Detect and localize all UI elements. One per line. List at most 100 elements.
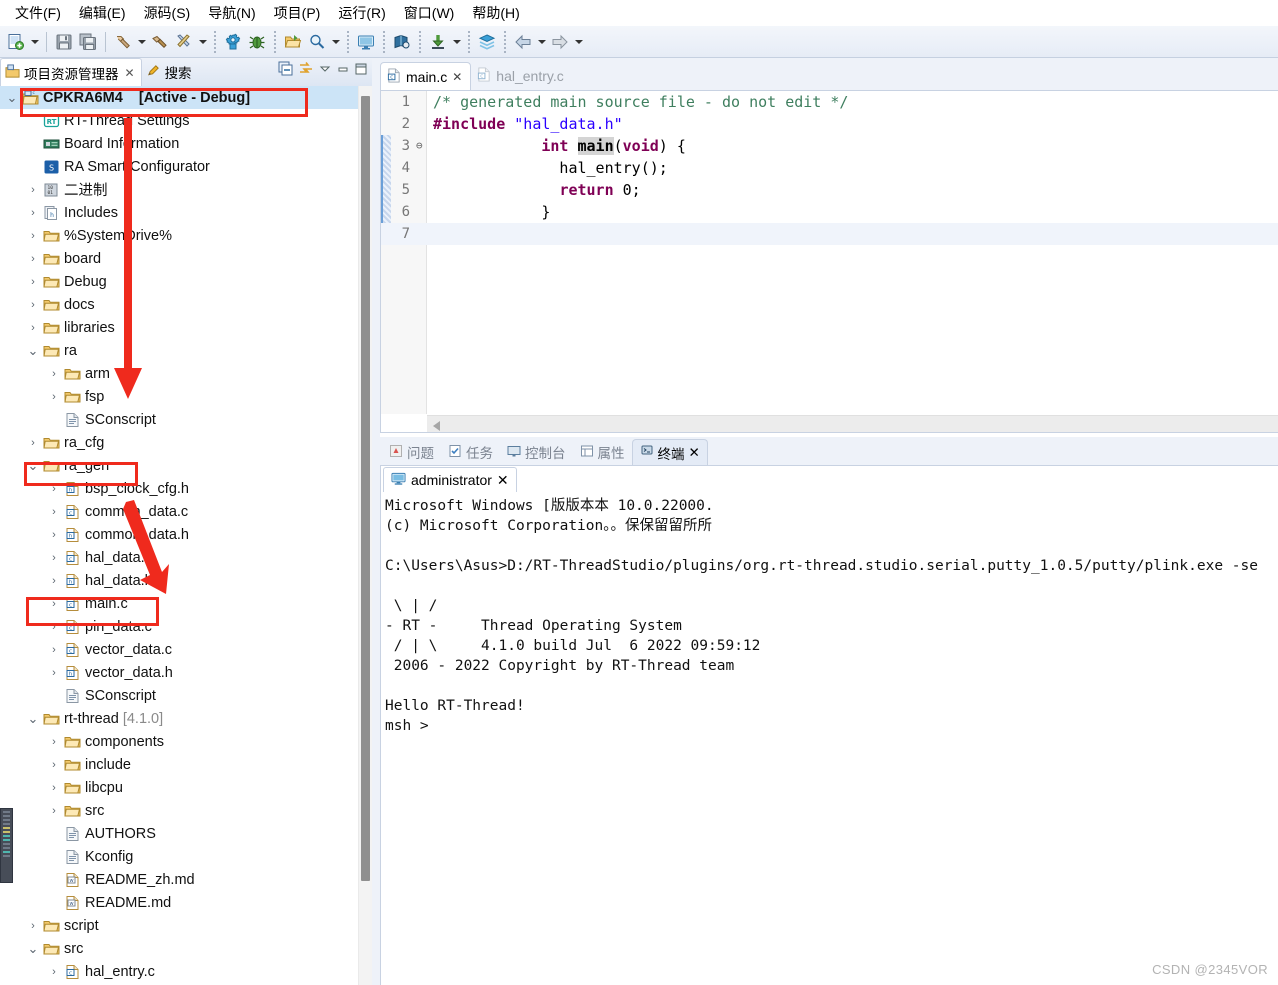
chevron-right-icon[interactable]: › xyxy=(46,368,62,380)
code-lines[interactable]: 1/* generated main source file - do not … xyxy=(381,91,1278,414)
fold-toggle-icon[interactable] xyxy=(415,201,427,223)
tree-item-libcpu[interactable]: ›libcpu xyxy=(0,776,372,799)
build-hammer-icon[interactable] xyxy=(111,30,135,54)
terminal-session-tab[interactable]: administrator ✕ xyxy=(383,467,517,492)
chevron-right-icon[interactable]: › xyxy=(46,529,62,541)
fold-toggle-icon[interactable] xyxy=(415,157,427,179)
panel-divider[interactable] xyxy=(372,58,380,985)
chevron-right-icon[interactable]: › xyxy=(46,391,62,403)
fold-toggle-icon[interactable]: ⊖ xyxy=(415,135,427,157)
tree-item-vector-data-c[interactable]: ›cvector_data.c xyxy=(0,638,372,661)
download-dropdown-icon[interactable] xyxy=(450,30,463,54)
tree-item-components[interactable]: ›components xyxy=(0,730,372,753)
debug-bug-icon[interactable] xyxy=(245,30,269,54)
tree-item-docs[interactable]: ›docs xyxy=(0,293,372,316)
menu-item-project[interactable]: 项目(P) xyxy=(265,1,330,25)
tab-search[interactable]: 搜索 xyxy=(142,58,198,86)
tree-item-arm[interactable]: ›arm xyxy=(0,362,372,385)
chevron-down-icon[interactable]: ⌄ xyxy=(25,946,41,952)
tree-item-ra-gen[interactable]: ⌄ra_gen xyxy=(0,454,372,477)
settings-gear-icon[interactable] xyxy=(221,30,245,54)
build-dropdown-icon[interactable] xyxy=(135,30,148,54)
tree-item-libraries[interactable]: ›libraries xyxy=(0,316,372,339)
chevron-right-icon[interactable]: › xyxy=(25,184,41,196)
chevron-right-icon[interactable]: › xyxy=(25,299,41,311)
scroll-left-arrow-icon[interactable] xyxy=(433,421,440,431)
chevron-right-icon[interactable]: › xyxy=(46,575,62,587)
menu-item-source[interactable]: 源码(S) xyxy=(135,1,200,25)
tree-item-readme-md[interactable]: wREADME.md xyxy=(0,891,372,914)
code-line[interactable]: 4 hal_entry(); xyxy=(381,157,1278,179)
chevron-right-icon[interactable]: › xyxy=(25,437,41,449)
tree-item-fsp[interactable]: ›fsp xyxy=(0,385,372,408)
close-icon[interactable]: ✕ xyxy=(689,445,700,461)
tree-item-[interactable]: ›1001二进制 xyxy=(0,178,372,201)
tree-item-systemdrive[interactable]: ›%SystemDrive% xyxy=(0,224,372,247)
tree-item-script[interactable]: ›script xyxy=(0,914,372,937)
tree-item-main-c[interactable]: ›cmain.c xyxy=(0,592,372,615)
build-tools-dropdown-icon[interactable] xyxy=(196,30,209,54)
save-all-icon[interactable] xyxy=(76,30,100,54)
tree-item-rt-thread[interactable]: ⌄rt-thread [4.1.0] xyxy=(0,707,372,730)
back-dropdown-icon[interactable] xyxy=(535,30,548,54)
tree-item-vector-data-h[interactable]: ›hvector_data.h xyxy=(0,661,372,684)
chevron-right-icon[interactable]: › xyxy=(46,483,62,495)
search-icon[interactable] xyxy=(305,30,329,54)
editor-tab-main-c[interactable]: c main.c ✕ xyxy=(380,62,471,90)
tree-item-ra-cfg[interactable]: ›ra_cfg xyxy=(0,431,372,454)
code-line[interactable]: 6 } xyxy=(381,201,1278,223)
tree-item-board-information[interactable]: Board Information xyxy=(0,132,372,155)
code-line[interactable]: 3⊖ int main(void) { xyxy=(381,135,1278,157)
tree-item-include[interactable]: ›include xyxy=(0,753,372,776)
collapse-all-icon[interactable] xyxy=(278,61,294,80)
tree-item-pin-data-c[interactable]: ›cpin_data.c xyxy=(0,615,372,638)
book-icon[interactable] xyxy=(390,30,414,54)
tree-item-includes[interactable]: ›hIncludes xyxy=(0,201,372,224)
close-icon[interactable]: ✕ xyxy=(497,472,509,489)
tree-item-common-data-h[interactable]: ›hcommon_data.h xyxy=(0,523,372,546)
chevron-down-icon[interactable]: ⌄ xyxy=(4,95,20,101)
menu-item-file[interactable]: 文件(F) xyxy=(6,1,70,25)
tree-item-kconfig[interactable]: Kconfig xyxy=(0,845,372,868)
fold-toggle-icon[interactable] xyxy=(415,223,427,245)
chevron-right-icon[interactable]: › xyxy=(46,598,62,610)
save-icon[interactable] xyxy=(52,30,76,54)
menu-item-navigate[interactable]: 导航(N) xyxy=(199,1,264,25)
tab-problems[interactable]: 问题 xyxy=(382,439,441,465)
fold-toggle-icon[interactable] xyxy=(415,91,427,113)
chevron-right-icon[interactable]: › xyxy=(25,920,41,932)
tab-project-explorer[interactable]: 项目资源管理器 ✕ xyxy=(0,58,142,86)
new-file-icon[interactable] xyxy=(4,30,28,54)
chevron-right-icon[interactable]: › xyxy=(25,322,41,334)
chevron-down-icon[interactable]: ⌄ xyxy=(25,716,41,722)
chevron-right-icon[interactable]: › xyxy=(25,276,41,288)
minimize-icon[interactable] xyxy=(336,62,350,79)
tree-item-common-data-c[interactable]: ›ccommon_data.c xyxy=(0,500,372,523)
menu-item-window[interactable]: 窗口(W) xyxy=(395,1,464,25)
maximize-icon[interactable] xyxy=(354,62,368,79)
close-icon[interactable]: ✕ xyxy=(125,66,135,80)
project-tree[interactable]: ⌄cCPKRA6M4 [Active - Debug]RTRT-Thread S… xyxy=(0,86,372,985)
terminal-output[interactable]: Microsoft Windows [版版本本 10.0.22000. (c) … xyxy=(381,492,1278,736)
tab-terminal[interactable]: 终端 ✕ xyxy=(632,439,708,465)
scrollbar-thumb[interactable] xyxy=(361,96,370,881)
tree-vertical-scrollbar[interactable] xyxy=(358,86,372,985)
close-icon[interactable]: ✕ xyxy=(452,70,462,84)
chevron-right-icon[interactable]: › xyxy=(46,805,62,817)
tree-item-hal-data-c[interactable]: ›chal_data.c xyxy=(0,546,372,569)
chevron-right-icon[interactable]: › xyxy=(25,207,41,219)
tree-item-hal-entry-c[interactable]: ›chal_entry.c xyxy=(0,960,372,983)
tree-item-bsp-clock-cfg-h[interactable]: ›hbsp_clock_cfg.h xyxy=(0,477,372,500)
tree-item-hal-data-h[interactable]: ›hhal_data.h xyxy=(0,569,372,592)
chevron-right-icon[interactable]: › xyxy=(46,621,62,633)
chevron-right-icon[interactable]: › xyxy=(46,506,62,518)
forward-arrow-icon[interactable] xyxy=(548,30,572,54)
chevron-right-icon[interactable]: › xyxy=(46,736,62,748)
tree-item-sconscript[interactable]: SConscript xyxy=(0,408,372,431)
menu-item-help[interactable]: 帮助(H) xyxy=(463,1,528,25)
fold-toggle-icon[interactable] xyxy=(415,179,427,201)
tree-item-src[interactable]: ›src xyxy=(0,799,372,822)
download-icon[interactable] xyxy=(426,30,450,54)
tree-item-src[interactable]: ⌄src xyxy=(0,937,372,960)
editor-tab-hal-entry-c[interactable]: c hal_entry.c xyxy=(471,62,571,90)
